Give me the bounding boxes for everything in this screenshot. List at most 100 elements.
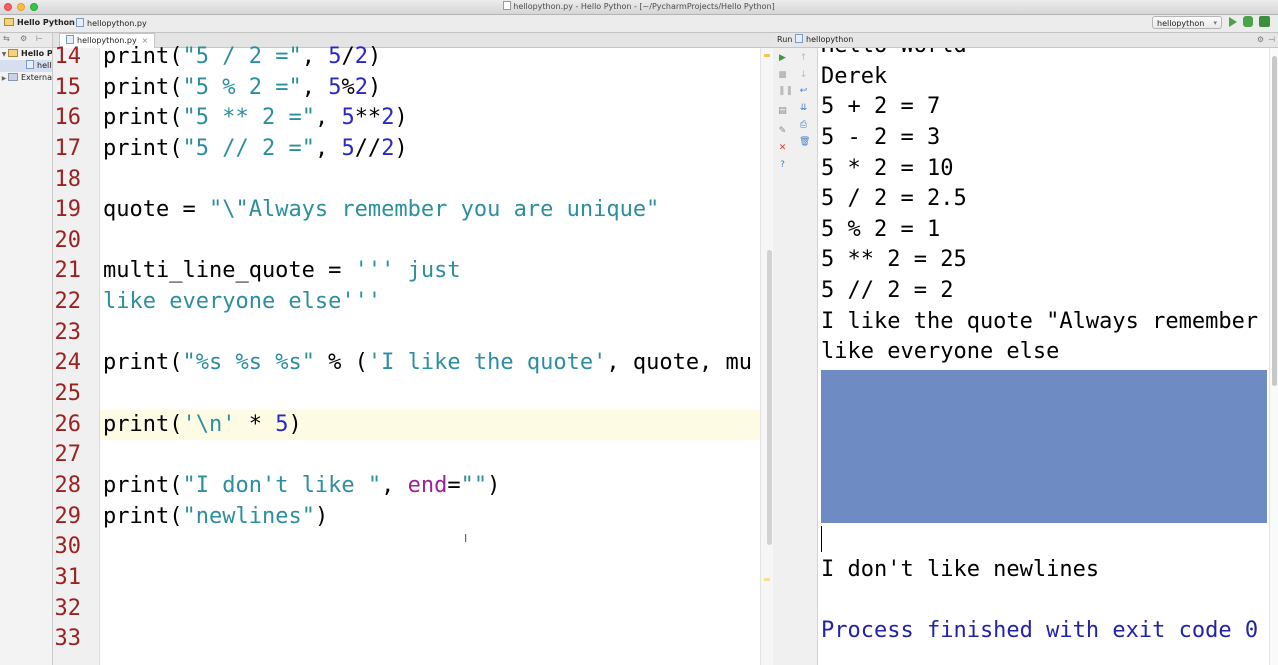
- code-line[interactable]: 16 print("5 ** 2 =", 5**2): [53, 103, 760, 134]
- code-line[interactable]: 31: [53, 563, 760, 594]
- print-icon[interactable]: ⎙: [799, 121, 808, 130]
- code-line[interactable]: 15 print("5 % 2 =", 5%2): [53, 73, 760, 104]
- tree-item-file[interactable]: hell: [0, 60, 52, 72]
- code-token: ,: [301, 45, 329, 69]
- code-line[interactable]: 23: [53, 318, 760, 349]
- text-cursor-icon: I: [464, 532, 468, 545]
- code-line[interactable]: 27: [53, 440, 760, 471]
- code-token: multi_line_quote =: [103, 258, 355, 284]
- gear-icon[interactable]: ⚙: [1257, 33, 1264, 47]
- code-token: , quote, mu: [606, 350, 753, 376]
- sync-icon[interactable]: ⇆: [3, 34, 10, 43]
- code-line[interactable]: 22 like everyone else''': [53, 287, 760, 318]
- line-number: 24: [54, 350, 82, 376]
- code-line[interactable]: 25: [53, 379, 760, 410]
- pin-icon[interactable]: ✎: [778, 127, 787, 136]
- code-token: ): [288, 411, 302, 437]
- tree-item-label: Externa: [21, 73, 52, 82]
- code-line[interactable]: 29 print("newlines"): [53, 502, 760, 533]
- line-number: 25: [54, 381, 82, 407]
- soft-wrap-icon[interactable]: ↩: [799, 87, 808, 96]
- run-toolbar: ▶ ■ ❚❚ ▤ ✎ ✕ ? ↑ ↓ ↩ ⇊ ⎙ 🗑: [773, 48, 818, 665]
- code-token: 2: [354, 74, 368, 100]
- editor-scrollbar[interactable]: [767, 250, 772, 545]
- stop-icon[interactable]: ■: [778, 71, 787, 80]
- console-line: I don't like newlines: [821, 557, 1100, 582]
- code-line[interactable]: 17 print("5 // 2 =", 5//2): [53, 134, 760, 165]
- tree-item-project[interactable]: ▼ Hello P: [0, 48, 52, 60]
- line-number: 33: [54, 626, 82, 652]
- line-number: 23: [54, 319, 82, 345]
- chevron-down-icon: ▾: [1213, 19, 1217, 27]
- down-icon[interactable]: ↓: [799, 71, 808, 80]
- breadcrumb-separator-icon: ▸: [68, 18, 73, 27]
- console-scrollbar-thumb[interactable]: [1272, 56, 1277, 386]
- code-line[interactable]: 24 print("%s %s %s" % ('I like the quote'…: [53, 348, 760, 379]
- code-token: 5: [341, 135, 355, 161]
- rerun-icon[interactable]: ▶: [778, 54, 787, 63]
- code-token: ): [487, 472, 501, 498]
- run-with-coverage-button[interactable]: [1259, 16, 1270, 27]
- breadcrumb-project[interactable]: Hello Python: [4, 18, 75, 27]
- restore-layout-icon[interactable]: ▤: [778, 107, 787, 116]
- warning-marker[interactable]: [764, 54, 770, 57]
- file-icon: [503, 1, 512, 10]
- tree-item-external-libraries[interactable]: ▶ Externa: [0, 72, 52, 84]
- scroll-to-end-icon[interactable]: ⇊: [799, 104, 808, 113]
- exit-message: Process finished with exit code 0: [821, 618, 1259, 644]
- code-token: print(: [103, 503, 183, 529]
- console-line: 5 / 2 = 2.5: [821, 186, 967, 212]
- project-toolbar: ⇆ ⚙ ⊢: [0, 33, 52, 48]
- python-file-icon: [795, 34, 803, 43]
- library-icon: [8, 73, 18, 81]
- console-line: 5 + 2 = 7: [821, 94, 941, 120]
- breadcrumb-file[interactable]: hellopython.py: [76, 18, 147, 28]
- code-line[interactable]: 18: [53, 165, 760, 196]
- code-line[interactable]: 30: [53, 532, 760, 563]
- code-line[interactable]: 28 print("I don't like ", end=""): [53, 471, 760, 502]
- code-token: print(: [103, 45, 183, 69]
- line-number: 14: [54, 45, 82, 69]
- code-token: print(: [103, 74, 183, 100]
- gear-icon[interactable]: ⚙: [20, 34, 27, 43]
- run-tool-window-header: Run hellopython ⚙ ⊣: [773, 33, 1278, 48]
- code-token: ''' just: [354, 258, 461, 284]
- debug-button[interactable]: [1243, 16, 1253, 27]
- code-line[interactable]: 26 print('\n' * 5): [55, 409, 760, 441]
- help-icon[interactable]: ?: [778, 161, 787, 170]
- code-token: //: [354, 135, 382, 161]
- code-token: 2: [381, 105, 395, 131]
- code-text: print("newlines"): [103, 502, 328, 533]
- code-text: print("5 / 2 =", 5/2): [103, 45, 381, 73]
- console-scrollbar[interactable]: [1269, 48, 1278, 665]
- python-file-icon: [76, 18, 84, 27]
- collapse-icon[interactable]: ⊢: [36, 34, 43, 43]
- run-button[interactable]: [1229, 17, 1237, 27]
- code-token: "5 % 2 =": [182, 74, 302, 100]
- code-token: print(: [103, 135, 183, 161]
- code-token: "newlines": [182, 503, 315, 529]
- code-token: print(: [103, 472, 183, 498]
- close-icon[interactable]: ×: [142, 36, 149, 45]
- code-line[interactable]: 19 quote = "\"Always remember you are uni…: [53, 195, 760, 226]
- code-token: print(: [103, 411, 183, 437]
- window-titlebar: hellopython.py - Hello Python - [~/Pycha…: [0, 0, 1278, 15]
- code-line[interactable]: 14 print("5 / 2 =", 5/2): [53, 45, 760, 73]
- line-number: 29: [54, 503, 82, 529]
- up-icon[interactable]: ↑: [799, 54, 808, 63]
- code-line[interactable]: 32: [53, 594, 760, 625]
- close-icon[interactable]: ✕: [778, 144, 787, 153]
- python-file-icon: [26, 60, 34, 69]
- pause-icon[interactable]: ❚❚: [778, 87, 793, 96]
- run-configuration-select[interactable]: hellopython ▾: [1152, 16, 1222, 29]
- code-line[interactable]: 33: [53, 624, 760, 655]
- hide-panel-icon[interactable]: ⊣: [1268, 33, 1275, 47]
- code-lines: 14 print("5 / 2 =", 5/2) 15 print("5 % 2 ="…: [53, 45, 760, 665]
- code-line[interactable]: 20: [53, 226, 760, 257]
- run-tab[interactable]: hellopython: [795, 33, 853, 47]
- code-text: print('\n' * 5): [103, 410, 302, 441]
- trash-icon[interactable]: 🗑: [799, 138, 810, 147]
- window-title-text: hellopython.py - Hello Python - [~/Pycha…: [513, 2, 775, 11]
- code-token: %: [341, 74, 355, 100]
- code-line[interactable]: 21 multi_line_quote = ''' just: [53, 256, 760, 287]
